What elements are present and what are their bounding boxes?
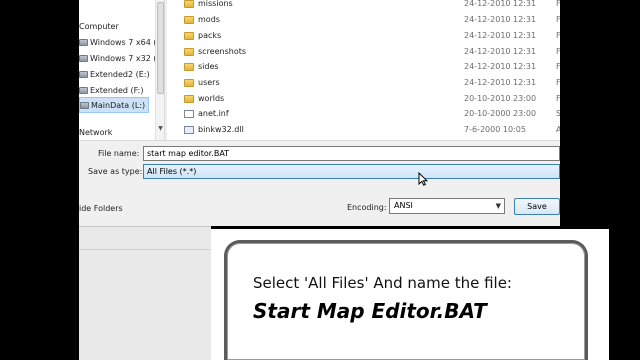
inf-file-icon: [184, 110, 194, 118]
file-date: 20-10-2000 23:00: [464, 109, 537, 118]
file-type: File folder: [556, 0, 560, 8]
save-as-dialog: Computer Windows 7 x64 (C Windows 7 x32 …: [79, 0, 560, 226]
file-name: users: [198, 78, 220, 87]
nav-item-extended[interactable]: Extended (F:): [79, 82, 143, 98]
nav-item-network[interactable]: Network: [79, 128, 112, 138]
nav-item-label: Windows 7 x32 (D: [90, 53, 163, 63]
nav-item-label: Computer: [79, 21, 119, 31]
encoding-label: Encoding:: [347, 203, 387, 212]
file-date: 24-12-2010 12:31: [464, 0, 537, 8]
background-window: [79, 226, 211, 360]
nav-item-label: Network: [79, 128, 113, 137]
file-name: screenshots: [198, 47, 247, 56]
annotation-filename: Start Map Editor.BAT: [253, 299, 487, 323]
folder-icon: [184, 79, 194, 87]
folder-icon: [184, 0, 194, 8]
hide-folders-toggle[interactable]: ide Folders: [79, 204, 123, 213]
folder-icon: [184, 32, 194, 40]
chevron-down-icon: ▼: [495, 202, 501, 210]
screen: Computer Windows 7 x64 (C Windows 7 x32 …: [0, 0, 640, 360]
folder-icon: [184, 63, 194, 71]
file-row[interactable]: mods 24-12-2010 12:31 File folder: [167, 12, 560, 28]
file-name: packs: [198, 31, 222, 40]
navigation-pane: Computer Windows 7 x64 (C Windows 7 x32 …: [79, 0, 165, 140]
encoding-select[interactable]: ANSI ▼: [389, 198, 505, 214]
file-row[interactable]: worlds 20-10-2010 23:00 File folder: [167, 91, 560, 107]
file-name: binkw32.dll: [198, 125, 244, 134]
file-date: 24-12-2010 12:31: [464, 15, 537, 24]
nav-item-label: Extended (F:): [90, 85, 144, 95]
file-date: 24-12-2010 12:31: [464, 47, 537, 56]
file-type: File folder: [556, 31, 560, 40]
file-row[interactable]: packs 24-12-2010 12:31 File folder: [167, 28, 560, 44]
file-row[interactable]: screenshots 24-12-2010 12:31 File folder: [167, 44, 560, 60]
file-type: File folder: [556, 15, 560, 24]
drive-icon: [80, 101, 89, 109]
file-type: Setup Information: [556, 109, 560, 118]
file-name: worlds: [198, 94, 225, 103]
file-row[interactable]: anet.inf 20-10-2000 23:00 Setup Informat…: [167, 106, 560, 122]
file-type: File folder: [556, 47, 560, 56]
nav-item-label: Windows 7 x64 (C: [90, 37, 163, 47]
annotation-callout: Select 'All Files' And name the file: St…: [224, 240, 588, 360]
file-name: missions: [198, 0, 233, 8]
scroll-down-icon[interactable]: ▼: [156, 124, 165, 133]
file-date: 24-12-2010 12:31: [464, 78, 537, 87]
save-as-type-select[interactable]: All Files (*.*): [143, 164, 560, 179]
annotation-instruction: Select 'All Files' And name the file:: [253, 274, 512, 292]
folder-icon: [184, 48, 194, 56]
nav-item-maindata[interactable]: MainData (L:): [79, 97, 149, 113]
drive-icon: [79, 86, 88, 94]
savetype-label: Save as type:: [88, 167, 143, 176]
nav-item-windows7-x64[interactable]: Windows 7 x64 (C: [79, 34, 162, 50]
file-name: mods: [198, 15, 220, 24]
nav-item-windows7-x32[interactable]: Windows 7 x32 (D: [79, 50, 163, 66]
folder-icon: [184, 16, 194, 24]
filename-input[interactable]: start map editor.BAT: [143, 146, 560, 161]
file-type: File folder: [556, 94, 560, 103]
save-form: File name: start map editor.BAT Save as …: [79, 140, 560, 226]
file-date: 20-10-2010 23:00: [464, 94, 537, 103]
folder-icon: [184, 95, 194, 103]
save-button[interactable]: Save: [514, 198, 560, 215]
nav-item-computer[interactable]: Computer: [79, 18, 119, 34]
file-date: 24-12-2010 12:31: [464, 62, 537, 71]
file-type: Application extens...: [556, 125, 560, 134]
file-date: 7-6-2000 10:05: [464, 125, 526, 134]
nav-scrollbar[interactable]: ▲ ▼: [155, 0, 164, 140]
nav-item-label: MainData (L:): [91, 100, 146, 110]
drive-icon: [79, 70, 88, 78]
drive-icon: [79, 54, 88, 62]
file-row[interactable]: users 24-12-2010 12:31 File folder: [167, 75, 560, 91]
scrollbar-thumb[interactable]: [157, 2, 164, 94]
file-row[interactable]: binkw32.dll 7-6-2000 10:05 Application e…: [167, 122, 560, 138]
file-name: sides: [198, 62, 219, 71]
file-list: missions 24-12-2010 12:31 File folder mo…: [167, 0, 560, 140]
file-name: anet.inf: [198, 109, 229, 118]
filename-label: File name:: [98, 149, 140, 158]
file-row[interactable]: missions 24-12-2010 12:31 File folder: [167, 0, 560, 12]
nav-item-label: Extended2 (E:): [90, 69, 150, 79]
file-type: File folder: [556, 62, 560, 71]
drive-icon: [79, 38, 88, 46]
file-type: File folder: [556, 78, 560, 87]
file-row[interactable]: sides 24-12-2010 12:31 File folder: [167, 59, 560, 75]
encoding-value: ANSI: [394, 201, 413, 210]
file-date: 24-12-2010 12:31: [464, 31, 537, 40]
dll-file-icon: [184, 126, 194, 134]
nav-item-extended2[interactable]: Extended2 (E:): [79, 66, 150, 82]
